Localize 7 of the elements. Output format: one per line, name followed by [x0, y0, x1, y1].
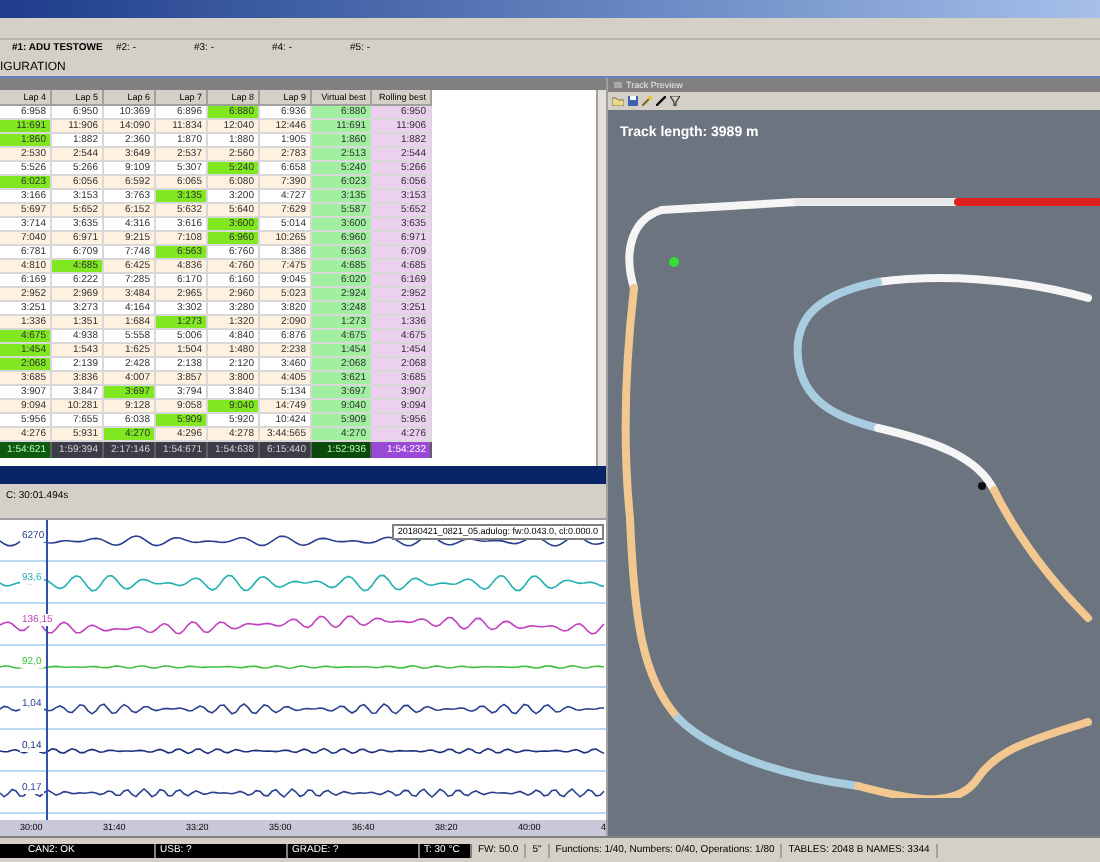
filter-icon[interactable]: [670, 96, 680, 106]
scrollbar[interactable]: [596, 90, 606, 466]
window-icon: [614, 82, 622, 88]
status-indicator: [0, 843, 24, 857]
save-icon[interactable]: [628, 96, 638, 106]
wand-icon[interactable]: [642, 96, 652, 106]
pen-icon[interactable]: [656, 96, 666, 106]
